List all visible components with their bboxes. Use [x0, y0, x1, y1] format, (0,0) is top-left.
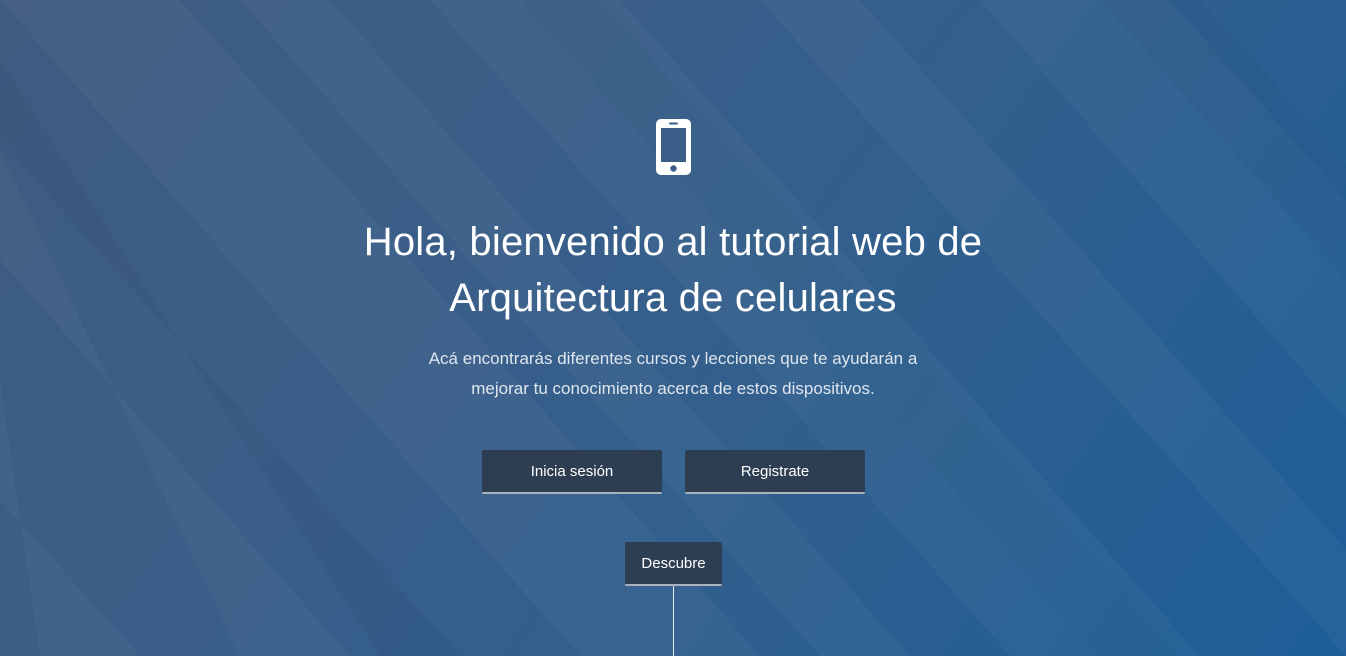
register-button[interactable]: Registrate [685, 450, 865, 494]
hero-section: Hola, bienvenido al tutorial web de Arqu… [0, 0, 1346, 656]
page-title: Hola, bienvenido al tutorial web de Arqu… [363, 220, 983, 320]
hero-content: Hola, bienvenido al tutorial web de Arqu… [0, 0, 1346, 656]
scroll-indicator-line [673, 586, 674, 656]
mobile-phone-icon [656, 119, 691, 175]
hero-subtitle: Acá encontrarás diferentes cursos y lecc… [428, 349, 918, 398]
discover-button[interactable]: Descubre [625, 542, 722, 586]
login-button[interactable]: Inicia sesión [482, 450, 662, 494]
